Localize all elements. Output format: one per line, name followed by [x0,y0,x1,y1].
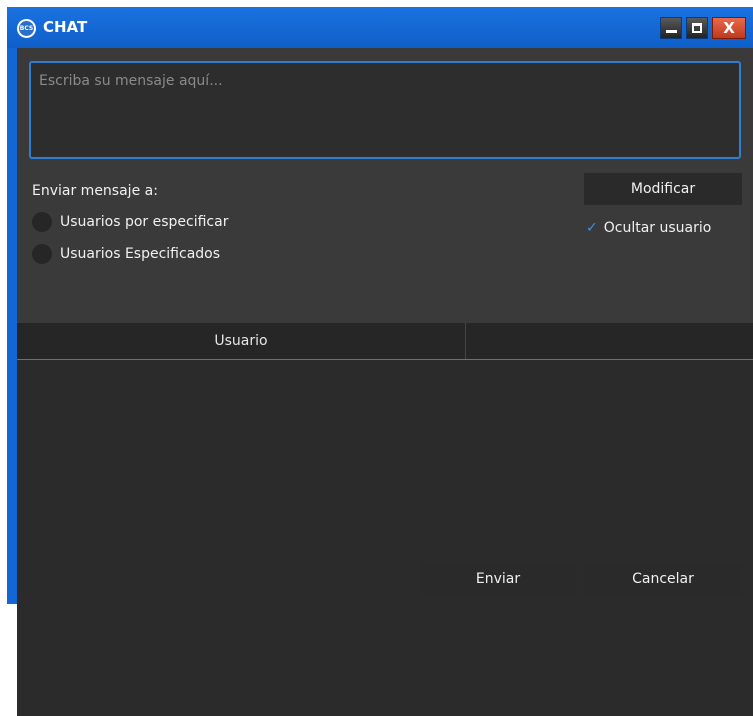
column-header-empty[interactable] [466,323,753,359]
hide-user-checkbox[interactable]: ✓ Ocultar usuario [586,220,711,236]
modify-button[interactable]: Modificar [584,173,742,205]
title-bar[interactable]: BCS CHAT X [7,7,753,48]
radio-button[interactable] [32,212,52,232]
hide-user-label: Ocultar usuario [603,220,712,236]
maximize-icon [692,23,702,33]
close-button[interactable]: X [712,17,746,39]
close-icon: X [723,19,735,37]
table-body[interactable] [17,360,753,716]
chat-window: BCS CHAT X Enviar mensaje a: Usuarios po… [7,7,753,716]
radio-label: Usuarios Especificados [60,246,221,262]
radio-option-unspecified-users[interactable]: Usuarios por especificar [32,212,228,232]
send-to-label: Enviar mensaje a: [32,183,158,199]
minimize-icon [666,30,677,33]
radio-button[interactable] [32,244,52,264]
radio-label: Usuarios por especificar [60,214,229,230]
window-title: CHAT [43,18,88,36]
chat-panel: Enviar mensaje a: Usuarios por especific… [17,48,753,716]
minimize-button[interactable] [660,17,682,39]
maximize-button[interactable] [686,17,708,39]
radio-option-specified-users[interactable]: Usuarios Especificados [32,244,220,264]
app-logo-icon: BCS [17,19,36,38]
checkmark-icon: ✓ [586,220,598,236]
app-logo-text: BCS [19,21,34,36]
message-input[interactable] [29,61,741,159]
table-header: Usuario [17,323,753,360]
cancel-button[interactable]: Cancelar [584,563,742,595]
column-header-user[interactable]: Usuario [17,323,466,359]
send-button[interactable]: Enviar [419,563,577,595]
